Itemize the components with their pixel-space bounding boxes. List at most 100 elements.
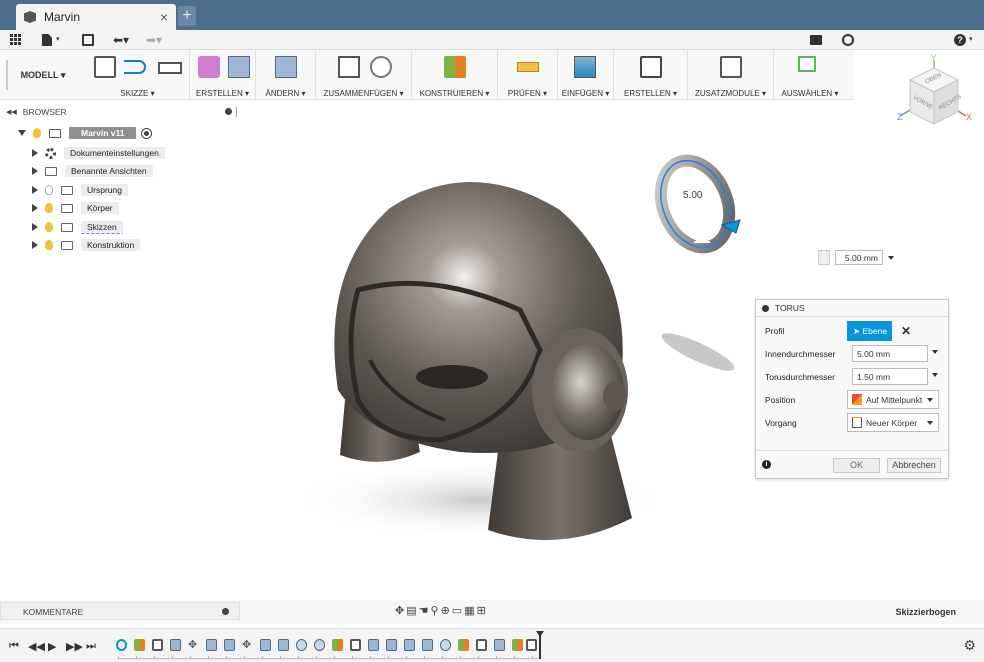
save-icon[interactable] (82, 34, 94, 46)
timeline-sketch-icon[interactable] (476, 639, 487, 651)
redo-icon[interactable]: ➡▾ (146, 33, 162, 47)
timeline-marker-line[interactable] (539, 635, 541, 659)
step-forward-icon[interactable]: ▶▶ (66, 640, 83, 653)
job-status-icon[interactable] (842, 34, 854, 46)
visibility-bulb-off-icon[interactable] (45, 185, 53, 195)
construct-menu[interactable]: KONSTRUIEREN ▾ (412, 89, 497, 98)
help-chevron-icon[interactable]: ▾ (969, 33, 973, 47)
timeline-move-icon[interactable]: ✥ (242, 638, 253, 651)
timeline-plane-icon[interactable] (458, 639, 469, 651)
timeline-extrude-icon[interactable] (422, 639, 433, 651)
tree-item-label[interactable]: Körper (81, 202, 119, 214)
extrude-icon[interactable] (228, 56, 250, 78)
notifications-icon[interactable] (810, 35, 822, 45)
make-menu[interactable]: ERSTELLEN ▾ (614, 89, 687, 98)
visibility-bulb-icon[interactable] (45, 203, 53, 213)
timeline-sketch-icon[interactable] (350, 639, 361, 651)
torus-diameter-dropdown-icon[interactable] (932, 373, 938, 377)
play-icon[interactable]: ▶ (48, 640, 56, 653)
timeline-extrude-icon[interactable] (206, 639, 217, 651)
inspect-menu[interactable]: PRÜFEN ▾ (498, 89, 557, 98)
rotate-handle-icon[interactable] (693, 229, 711, 243)
expand-icon[interactable] (32, 204, 38, 212)
press-pull-icon[interactable] (275, 56, 297, 78)
tree-item-label[interactable]: Skizzen (81, 220, 123, 234)
root-component-label[interactable]: Marvin v11 (69, 127, 137, 139)
rectangle-icon[interactable] (158, 62, 182, 74)
timeline-plane-icon[interactable] (134, 639, 145, 651)
timeline-sketch-icon[interactable] (152, 639, 163, 651)
comments-panel[interactable]: KOMMENTARE (0, 602, 240, 620)
timeline-extrude-icon[interactable] (404, 639, 415, 651)
tree-item-named-views[interactable]: Benannte Ansichten (32, 164, 153, 178)
insert-menu[interactable]: EINFÜGEN ▾ (558, 89, 613, 98)
visibility-bulb-icon[interactable] (33, 128, 41, 138)
go-to-end-icon[interactable]: ⏭ (86, 640, 96, 653)
modify-menu[interactable]: ÄNDERN ▾ (256, 89, 315, 98)
addins-menu[interactable]: ZUSATZMODULE ▾ (688, 89, 773, 98)
comments-pin-icon[interactable] (222, 608, 229, 615)
new-component-icon[interactable] (338, 56, 360, 78)
offset-plane-icon[interactable] (444, 56, 466, 78)
operation-select[interactable]: Neuer Körper (847, 413, 939, 432)
visibility-bulb-icon[interactable] (45, 240, 53, 250)
pan-icon[interactable]: ☚ (419, 605, 431, 617)
timeline-settings-icon[interactable]: ⚙ (963, 637, 976, 654)
timeline-revolve-icon[interactable] (296, 639, 307, 651)
insert-image-icon[interactable] (574, 56, 596, 78)
timeline-extrude-icon[interactable] (368, 639, 379, 651)
timeline-sketch-icon[interactable] (526, 639, 537, 651)
sketch-menu[interactable]: SKIZZE ▾ (86, 89, 189, 98)
joint-icon[interactable] (370, 56, 392, 78)
dimension-dropdown-icon[interactable] (888, 256, 894, 260)
visibility-bulb-icon[interactable] (45, 222, 53, 232)
tree-item-sketches[interactable]: Skizzen (32, 220, 123, 234)
inner-diameter-dropdown-icon[interactable] (932, 350, 938, 354)
timeline-revolve-icon[interactable] (314, 639, 325, 651)
tree-item-label[interactable]: Konstruktion (81, 239, 141, 251)
file-icon[interactable] (42, 34, 52, 46)
collapse-icon[interactable] (18, 130, 26, 136)
fit-icon[interactable]: ⊕ (441, 605, 452, 617)
expand-icon[interactable] (32, 167, 38, 175)
dimension-input[interactable]: 5.00 mm (818, 250, 898, 265)
timeline-plane-icon[interactable] (332, 639, 343, 651)
timeline-extrude-icon[interactable] (224, 639, 235, 651)
timeline-plane-icon[interactable] (512, 639, 523, 651)
select-icon[interactable] (798, 56, 816, 72)
close-tab-icon[interactable]: × (160, 9, 168, 25)
expand-icon[interactable] (32, 149, 38, 157)
tree-item-document-settings[interactable]: Dokumenteinstellungen (32, 146, 165, 160)
activate-radio-icon[interactable] (141, 127, 153, 139)
timeline-track[interactable] (118, 656, 538, 659)
timeline-extrude-icon[interactable] (386, 639, 397, 651)
workspace-switcher[interactable]: MODELL ▾ (6, 60, 78, 90)
help-icon[interactable]: ? (954, 34, 966, 46)
select-menu[interactable]: AUSWÄHLEN ▾ (774, 89, 846, 98)
tree-item-bodies[interactable]: Körper (32, 201, 119, 215)
zoom-icon[interactable]: ⚲ (431, 605, 441, 617)
timeline-extrude-icon[interactable] (260, 639, 271, 651)
timeline-extrude-icon[interactable] (278, 639, 289, 651)
assemble-menu[interactable]: ZUSAMMENFÜGEN ▾ (316, 89, 411, 98)
new-tab-button[interactable]: + (178, 6, 196, 26)
info-icon[interactable]: i (762, 460, 771, 469)
clear-profile-icon[interactable]: ✕ (901, 324, 911, 338)
tree-item-construction[interactable]: Konstruktion (32, 238, 141, 252)
app-grid-icon[interactable] (10, 34, 22, 46)
collapse-dialog-icon[interactable] (762, 304, 769, 312)
document-tab[interactable]: Marvin × (16, 4, 176, 30)
display-settings-icon[interactable]: ▭ (452, 605, 464, 617)
profile-select-button[interactable]: ➤ Ebene (847, 321, 892, 341)
orbit-icon[interactable]: ✥ (395, 605, 406, 617)
timeline-extrude-icon[interactable] (494, 639, 505, 651)
create-sketch-icon[interactable] (94, 56, 116, 78)
measure-icon[interactable] (517, 62, 539, 72)
expand-icon[interactable] (32, 223, 38, 231)
dimension-handle[interactable] (818, 250, 830, 265)
torus-diameter-input[interactable]: 1.50 mm (852, 368, 928, 385)
ok-button[interactable]: OK (833, 458, 880, 473)
grid-settings-icon[interactable]: ▦ (464, 605, 476, 617)
tree-item-label[interactable]: Ursprung (81, 184, 128, 196)
expand-icon[interactable] (32, 186, 38, 194)
